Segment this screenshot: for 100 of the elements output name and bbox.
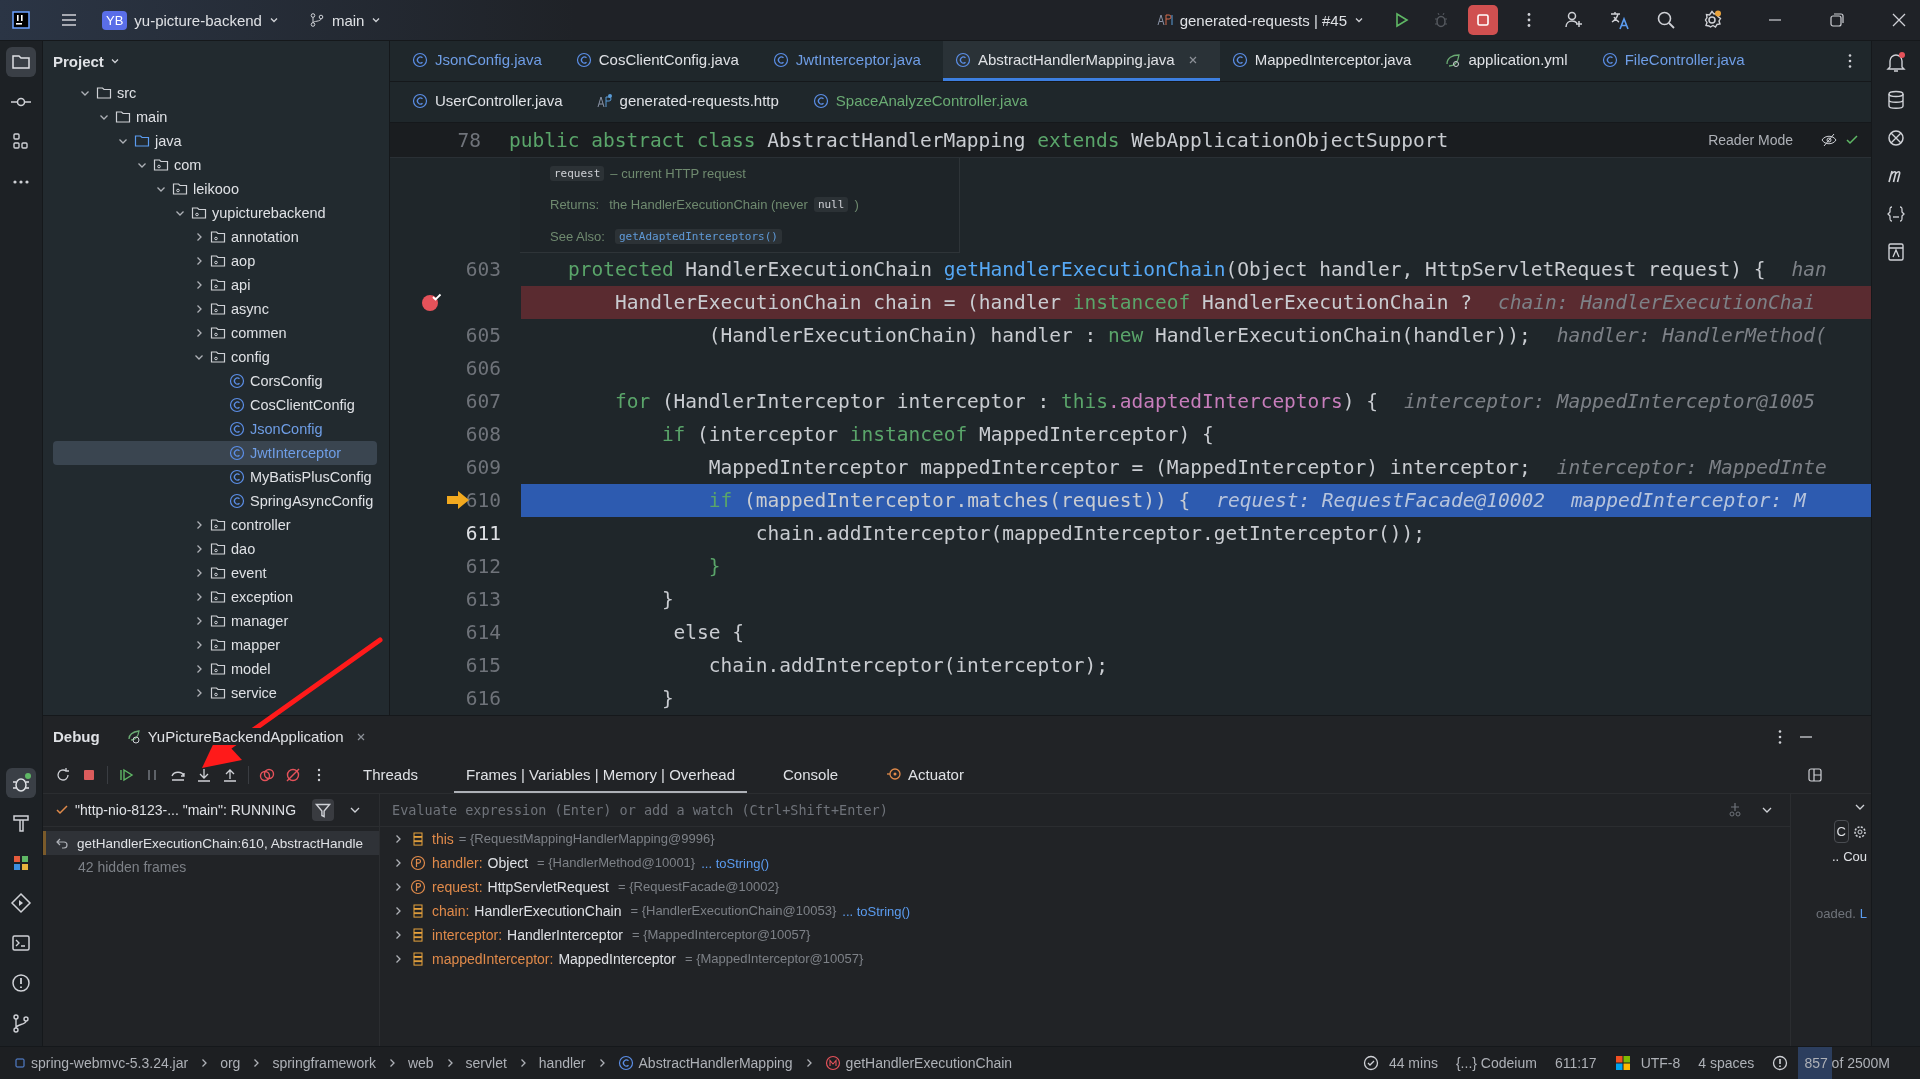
translate-icon[interactable] <box>1610 10 1630 30</box>
variable-entry[interactable]: handler: Object = {HandlerMethod@10001} <box>432 855 696 871</box>
tree-item[interactable]: model <box>53 657 377 681</box>
editor-tab[interactable]: UserController.java <box>400 82 585 122</box>
breakpoint-icon[interactable] <box>420 291 442 313</box>
variable-entry[interactable]: interceptor: HandlerInterceptor = {MappedInterceptor@10057} <box>432 927 811 943</box>
editor-tab[interactable]: CosClientConfig.java <box>563 41 761 81</box>
variable-entry[interactable]: this = {RequestMappingHandlerMapping@9996} <box>432 831 715 847</box>
indent-selector[interactable]: 4 spaces <box>1698 1055 1755 1071</box>
tree-item[interactable]: main <box>53 105 377 129</box>
breakpoints-icon[interactable] <box>259 767 275 783</box>
add-user-icon[interactable] <box>1564 10 1584 30</box>
filter-icon[interactable] <box>312 799 335 821</box>
settings-icon[interactable] <box>1853 824 1867 839</box>
breadcrumb-item[interactable]: getHandlerExecutionChain <box>824 1055 1013 1071</box>
tree-item[interactable]: JsonConfig <box>53 417 377 441</box>
app-logo-icon[interactable] <box>12 11 30 29</box>
step-out-icon[interactable] <box>222 767 238 783</box>
layout-icon[interactable] <box>1807 767 1823 783</box>
editor-tab[interactable]: SpaceAnalyzeController.java <box>800 82 1050 122</box>
tree-item[interactable]: event <box>53 561 377 585</box>
time-tracker[interactable]: 44 mins <box>1388 1055 1438 1071</box>
memory-indicator[interactable]: 857 of 2500M <box>1798 1047 1896 1079</box>
mute-breakpoints-icon[interactable] <box>285 767 301 783</box>
stop-button[interactable] <box>1468 5 1498 35</box>
close-icon[interactable] <box>355 731 366 742</box>
add-watch-icon[interactable] <box>1726 801 1744 819</box>
reader-mode-toggle[interactable]: Reader Mode <box>1708 132 1793 148</box>
eye-off-icon[interactable] <box>1821 132 1837 148</box>
tree-item[interactable]: java <box>53 129 377 153</box>
debug-tab[interactable]: Actuator <box>874 757 976 793</box>
side-tile[interactable]: C <box>1833 820 1849 843</box>
tree-item[interactable]: api <box>53 273 377 297</box>
to-string-link[interactable]: ... toString() <box>701 855 770 871</box>
tree-item[interactable]: com <box>53 153 377 177</box>
debug-tab[interactable]: Threads <box>351 757 431 793</box>
rerun-icon[interactable] <box>55 767 71 783</box>
editor-tab[interactable]: AbstractHandlerMapping.java <box>942 41 1220 81</box>
tree-item[interactable]: CosClientConfig <box>53 393 377 417</box>
step-into-icon[interactable] <box>196 767 212 783</box>
tree-item[interactable]: aop <box>53 249 377 273</box>
breadcrumb-item[interactable]: web <box>407 1055 434 1071</box>
warning-icon[interactable] <box>1772 1055 1789 1071</box>
debug-tab[interactable]: Console <box>771 757 851 793</box>
tree-item[interactable]: SpringAsyncConfig <box>53 489 377 513</box>
maximize-icon[interactable] <box>1828 11 1846 29</box>
tree-item[interactable]: src <box>53 81 377 105</box>
tree-item[interactable]: config <box>53 345 377 369</box>
variable-entry[interactable]: mappedInterceptor: MappedInterceptor = {MappedInterceptor@10057} <box>432 951 864 967</box>
tree-item[interactable]: exception <box>53 585 377 609</box>
breadcrumb-item[interactable]: org <box>220 1055 241 1071</box>
tree-item[interactable]: controller <box>53 513 377 537</box>
close-icon[interactable] <box>1890 11 1908 29</box>
editor-tab[interactable]: JsonConfig.java <box>400 41 564 81</box>
menu-icon[interactable] <box>60 11 78 29</box>
tree-item[interactable]: manager <box>53 609 377 633</box>
tree-item[interactable]: service <box>53 681 377 705</box>
tree-item[interactable]: JwtInterceptor <box>53 441 377 465</box>
workspace-selector[interactable]: YB yu-picture-backend <box>96 6 285 34</box>
tree-item[interactable]: leikooo <box>53 177 377 201</box>
variable-entry[interactable]: request: HttpServletRequest = {RequestFacade@10002} <box>432 879 779 895</box>
breadcrumb-item[interactable]: handler <box>538 1055 586 1071</box>
editor-tab[interactable]: JwtInterceptor.java <box>760 41 943 81</box>
thread-selector[interactable]: "http-nio-8123-... "main": RUNNING <box>75 802 297 818</box>
breadcrumb-item[interactable]: AbstractHandlerMapping <box>617 1055 793 1071</box>
project-view-selector[interactable]: Project <box>43 41 130 81</box>
tree-item[interactable]: annotation <box>53 225 377 249</box>
windows-icon[interactable] <box>1614 1055 1631 1071</box>
method-link[interactable]: getAdaptedInterceptors() <box>614 228 782 244</box>
tree-item[interactable]: MyBatisPlusConfig <box>53 465 377 489</box>
folder-icon[interactable] <box>6 47 36 77</box>
tree-item[interactable]: async <box>53 297 377 321</box>
stop-icon[interactable] <box>81 767 97 783</box>
bug-icon[interactable] <box>6 768 36 798</box>
search-icon[interactable] <box>1656 10 1676 30</box>
editor-tab[interactable]: FileController.java <box>1589 41 1767 81</box>
tree-item[interactable]: dao <box>53 537 377 561</box>
breadcrumb-item[interactable]: spring-webmvc-5.3.24.jar <box>14 1055 189 1071</box>
codeium-status[interactable]: {...} Codeium <box>1455 1055 1537 1071</box>
tree-item[interactable]: CorsConfig <box>53 369 377 393</box>
branch-selector[interactable]: main <box>302 7 388 33</box>
editor-tab[interactable]: MappedInterceptor.java <box>1219 41 1434 81</box>
evaluate-field[interactable]: Evaluate expression (Enter) or add a watch (Ctrl+Shift+Enter) <box>390 801 1718 819</box>
settings-icon[interactable] <box>1702 10 1722 30</box>
tree-item[interactable]: commen <box>53 321 377 345</box>
caret-position[interactable]: 611:17 <box>1554 1055 1597 1071</box>
variable-entry[interactable]: chain: HandlerExecutionChain = {HandlerExecutionChain@10053} <box>432 903 837 919</box>
debug-tab[interactable]: Frames | Variables | Memory | Overhead <box>454 757 748 793</box>
run-config-selector[interactable]: generated-requests | #45 <box>1150 7 1370 33</box>
editor-tab[interactable]: generated-requests.http <box>584 82 801 122</box>
tree-item[interactable]: mapper <box>53 633 377 657</box>
editor-tab[interactable]: application.yml <box>1433 41 1590 81</box>
tree-item[interactable]: yupicturebackend <box>53 201 377 225</box>
stack-frame[interactable]: getHandlerExecutionChain:610, AbstractHandle <box>43 831 379 855</box>
breadcrumb-item[interactable]: springframework <box>272 1055 376 1071</box>
message-link[interactable]: L <box>1859 906 1867 921</box>
resume-icon[interactable] <box>118 767 134 783</box>
to-string-link[interactable]: ... toString() <box>842 903 911 919</box>
breadcrumb-item[interactable]: servlet <box>465 1055 507 1071</box>
session-tab[interactable]: YuPictureBackendApplication <box>125 728 366 745</box>
